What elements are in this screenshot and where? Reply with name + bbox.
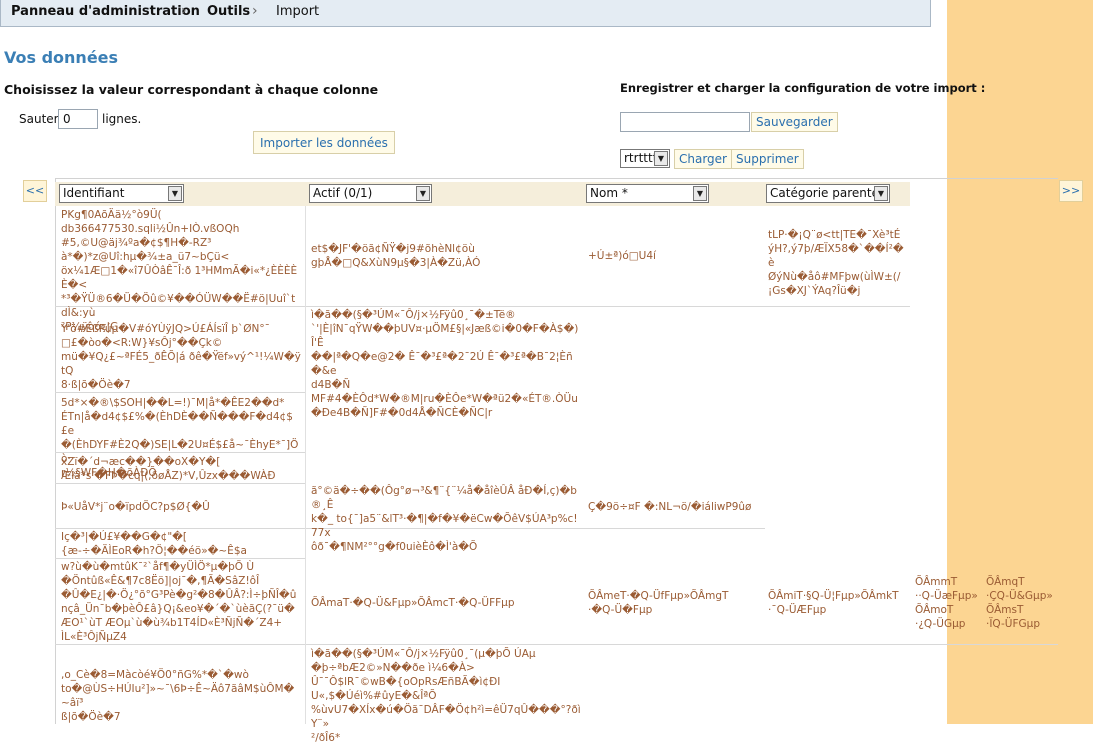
column-select-3-value: Nom *	[590, 186, 628, 200]
table-cell: ÕÂmeT·�Q-ÜfFµp»ÕÂmgT ·�Q-Ü�Fµp	[588, 590, 729, 616]
prev-columns-button[interactable]: <<	[23, 180, 47, 202]
delete-config-button[interactable]: Supprimer	[731, 149, 804, 169]
chevron-down-icon: ▼	[168, 186, 182, 201]
table-cell: Ç�9ö÷¤F �:NL¬ö/�iáliwP9ûø	[588, 501, 752, 513]
table-cell: ÕÂmaT·�Q-Ü&Fµp»ÕÂmcT·�Q-ÜFFµp	[311, 597, 515, 609]
chevron-down-icon: ▼	[693, 186, 707, 201]
chevron-down-icon: ▼	[416, 186, 430, 201]
mapping-subtitle: Choisissez la valeur correspondant à cha…	[4, 82, 379, 97]
config-select[interactable]: rtrtttt ▼	[620, 149, 670, 168]
table-cell: ÕÂmiT·§Q-Ü¦Fµp»ÕÂmkT ·¯Q-ÜÆFµp	[768, 590, 899, 616]
table-cell: ì�ã��(§�³ÚM«¯Ô/j×½Fÿû0¸¯�±Të® `'|È|îN¯qŸ…	[311, 309, 579, 419]
skip-lines-input[interactable]: 0	[58, 109, 98, 129]
row-divider	[55, 558, 305, 559]
table-cell: ã°©ä�÷��(Ôg°ø¬³&¶¨{¨¼å�åîèÛÂ åÐ�Í,ç)�b®¸…	[311, 485, 578, 553]
table-cell: Y'ö#ÉßPúµ�V#óYÙÿJQ>Ú£ÁÍsïÎ þ`ØN°¯ □£�òo�…	[61, 323, 301, 391]
table-cell: ÕÂmqT ·ÇQ-Ü&Gµp» ÕÂmsT ·ÏQ-ÜFGµp	[986, 576, 1053, 630]
table-cell: Iç�³|�Ú£¥��G�¢"�[ {æ-÷�ÄÌEoR�h?Ö¦��éö»�~…	[61, 531, 247, 557]
next-columns-button[interactable]: >>	[1059, 180, 1083, 202]
column-select-4[interactable]: Catégorie parente ▼	[766, 184, 890, 203]
load-config-button[interactable]: Charger	[674, 149, 732, 169]
column-select-2[interactable]: Actif (0/1) ▼	[309, 184, 432, 203]
table-cell: tLP·�¡Q¨ø<tt|TE�¯Xè³tÉ ýH?,ý7þ/ÆÏX58�`��…	[768, 229, 904, 297]
table-cell: Þ«UåV*j¨o�ïpdÖC?p$Ø{�Û	[61, 501, 210, 513]
table-cell: PKg¶0AõÄä½°ò9­Ü( db366477530.sqli½Ûn+IÒ.…	[61, 209, 298, 333]
chevron-down-icon: ▼	[654, 151, 668, 166]
skip-label: Sauter	[19, 112, 59, 126]
skip-lines-suffix: lignes.	[102, 112, 142, 126]
column-select-2-value: Actif (0/1)	[313, 186, 373, 200]
breadcrumb-separator-icon: ›	[181, 3, 187, 19]
chevron-down-icon: ▼	[874, 186, 888, 201]
save-config-button[interactable]: Sauvegarder	[751, 112, 838, 132]
table-cell: ÕÂmmT ··Q-ÜæFµp» ÕÂmoT ·¿Q-ÜGµp	[915, 576, 978, 630]
page-title: Vos données	[4, 48, 119, 67]
column-select-1[interactable]: Identifiant ▼	[59, 184, 184, 203]
column-divider	[305, 206, 306, 724]
table-cell: ì�ã��(§�³ÚM«¯Ô/j×½Fÿû0¸¯(µ�þÕ ÚAµ �þ÷ªbÆ…	[311, 648, 581, 744]
config-name-input[interactable]	[620, 112, 750, 132]
column-select-4-value: Catégorie parente	[770, 186, 879, 200]
table-cell: +Ú±ª)ó□U4í	[588, 250, 656, 262]
table-cell: ,o_Cè�8=Màcòé¥Ö0°ñG%*�`�wò to�@ÙS÷HÚIu²]…	[61, 669, 295, 723]
row-divider	[55, 483, 305, 484]
row-divider	[55, 392, 305, 393]
breadcrumb-separator-icon: ›	[252, 3, 258, 19]
breadcrumb-import: Import	[276, 4, 320, 19]
config-select-value: rtrtttt	[624, 151, 658, 165]
table-cell: xZï�´d¬æc��}��oX�Y�[ Ælä*s'�FÞ�cq|(,ðøÅZ…	[61, 456, 276, 482]
column-select-3[interactable]: Nom * ▼	[586, 184, 709, 203]
table-cell: w?ù�ù�mtûK¯²`åf¶�yÜÌÖ*µ�þÕ Ù �Öntûß«Ê&¶7…	[61, 561, 297, 643]
import-data-button[interactable]: Importer les données	[253, 131, 395, 154]
column-select-1-value: Identifiant	[63, 186, 125, 200]
row-divider	[55, 644, 1058, 645]
config-title: Enregistrer et charger la configuration …	[620, 81, 986, 95]
table-cell: et$�JF'�öã¢ÑŸ�j9#õhèNl¢öù gþÅ�□Q&XùN9µ§�…	[311, 243, 481, 269]
breadcrumb-admin-panel[interactable]: Panneau d'administration	[11, 4, 200, 19]
breadcrumb: Panneau d'administration › Outils › Impo…	[0, 0, 931, 27]
breadcrumb-tools[interactable]: Outils	[207, 4, 250, 19]
